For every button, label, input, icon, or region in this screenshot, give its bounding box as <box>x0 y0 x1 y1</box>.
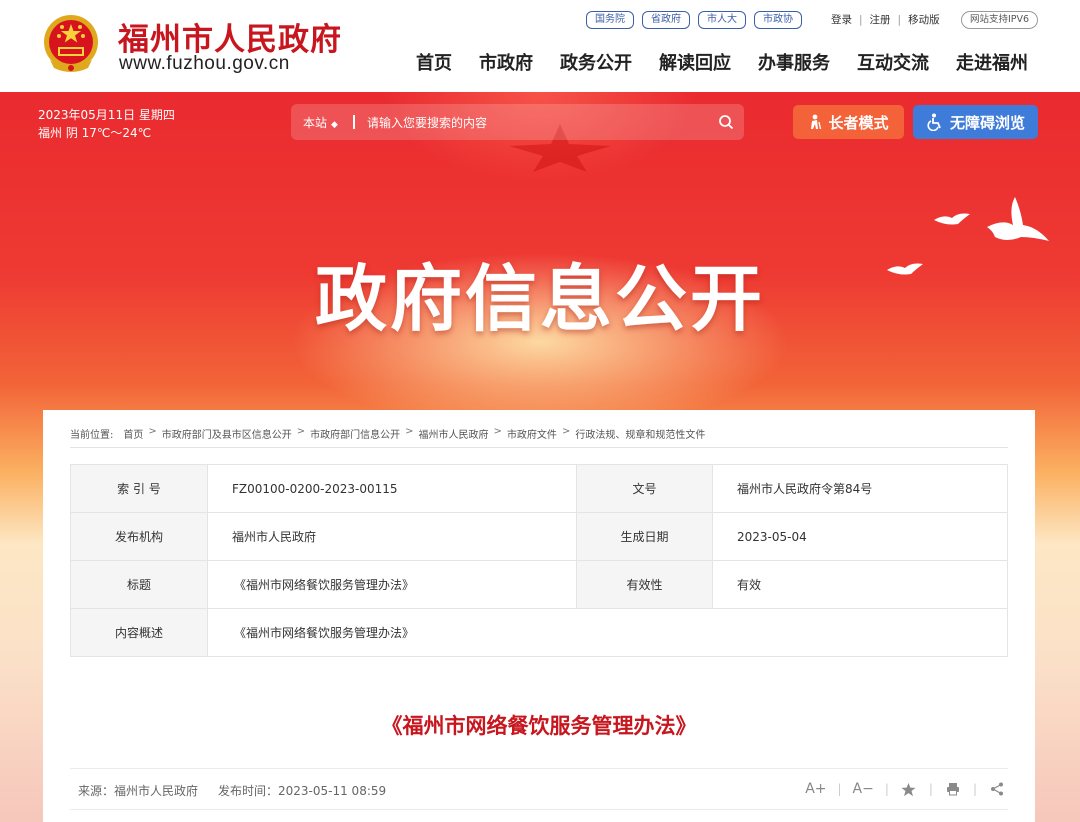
separator: | <box>859 13 863 26</box>
table-row: 内容概述 《福州市网络餐饮服务管理办法》 <box>70 608 1008 657</box>
search-input[interactable]: 请输入您要搜索的内容 <box>367 114 708 131</box>
created-date-label: 生成日期 <box>576 512 713 561</box>
separator: | <box>897 13 902 26</box>
publisher-value: 福州市人民政府 <box>207 512 577 561</box>
nav-interaction[interactable]: 互动交流 <box>857 49 929 75</box>
nav-home[interactable]: 首页 <box>416 49 452 75</box>
gov-links: 国务院 省政府 市人大 市政协 <box>586 11 802 29</box>
summary-label: 内容概述 <box>70 608 208 657</box>
table-row: 索 引 号 FZ00100-0200-2023-00115 文号 福州市人民政府… <box>70 464 1008 513</box>
elder-icon <box>811 114 822 130</box>
breadcrumb-separator: > <box>148 426 157 437</box>
sort-caret-icon: ◆ <box>331 119 338 130</box>
ipv6-badge: 网站支持IPV6 <box>961 11 1039 29</box>
wheelchair-icon <box>927 113 941 131</box>
link-city-congress[interactable]: 市人大 <box>698 11 746 29</box>
validity-value: 有效 <box>712 560 1008 609</box>
search-divider <box>353 115 355 129</box>
star-icon[interactable] <box>900 782 918 797</box>
accessibility-label: 无障碍浏览 <box>949 113 1025 132</box>
created-date-value: 2023-05-04 <box>712 512 1008 561</box>
breadcrumb-separator: > <box>296 426 306 437</box>
nav-interpretation[interactable]: 解读回应 <box>659 49 731 75</box>
document-title: 《福州市网络餐饮服务管理办法》 <box>381 714 697 738</box>
title-value: 《福州市网络餐饮服务管理办法》 <box>207 560 577 609</box>
index-no-value: FZ00100-0200-2023-00115 <box>207 464 577 513</box>
source-text: 来源：福州市人民政府 <box>78 784 199 798</box>
article-info-bar: 来源：福州市人民政府 发布时间：2023-05-11 08:59 A+ | A−… <box>70 768 1008 810</box>
breadcrumb-item-depts[interactable]: 市政府部门及县市区信息公开 <box>162 426 292 441</box>
breadcrumb-item-city-gov[interactable]: 福州市人民政府 <box>419 426 489 441</box>
breadcrumb: 当前位置: 首页 > 市政府部门及县市区信息公开 > 市政府部门信息公开 > 福… <box>70 426 705 441</box>
separator: | <box>972 782 977 796</box>
accessibility-button[interactable]: 无障碍浏览 <box>913 105 1038 139</box>
link-province-gov[interactable]: 省政府 <box>642 11 690 29</box>
font-larger-button[interactable]: A+ <box>805 781 826 797</box>
breadcrumb-prefix: 当前位置: <box>70 430 114 441</box>
print-icon[interactable] <box>944 782 962 796</box>
search-bar: 本站 ◆ 请输入您要搜索的内容 <box>291 104 744 140</box>
font-smaller-button[interactable]: A− <box>853 781 874 797</box>
breadcrumb-item-dept-info[interactable]: 市政府部门信息公开 <box>310 426 400 441</box>
breadcrumb-item-gov-docs[interactable]: 市政府文件 <box>507 426 557 441</box>
index-no-label: 索 引 号 <box>70 464 208 513</box>
search-scope-label: 本站 <box>303 115 328 130</box>
mobile-version-link[interactable]: 移动版 <box>908 12 940 27</box>
separator: | <box>928 782 933 796</box>
register-link[interactable]: 注册 <box>870 12 891 27</box>
site-url[interactable]: www.fuzhou.gov.cn <box>119 53 290 75</box>
document-meta-table: 索 引 号 FZ00100-0200-2023-00115 文号 福州市人民政府… <box>70 464 1008 657</box>
link-state-council[interactable]: 国务院 <box>586 11 634 29</box>
login-link[interactable]: 登录 <box>831 12 852 27</box>
link-city-cppcc[interactable]: 市政协 <box>754 11 802 29</box>
nav-city-government[interactable]: 市政府 <box>479 49 533 75</box>
table-row: 发布机构 福州市人民政府 生成日期 2023-05-04 <box>70 512 1008 561</box>
breadcrumb-separator: > <box>405 426 414 437</box>
search-icon[interactable] <box>708 104 744 140</box>
elder-mode-button[interactable]: 长者模式 <box>793 105 904 139</box>
breadcrumb-item-home[interactable]: 首页 <box>123 426 143 441</box>
breadcrumb-item-regulations[interactable]: 行政法规、规章和规范性文件 <box>575 426 705 441</box>
date-weather: 2023年05月11日 星期四 福州 阴 17℃～24℃ <box>38 106 175 142</box>
validity-label: 有效性 <box>576 560 713 609</box>
breadcrumb-separator: > <box>561 426 571 437</box>
nav-gov-affairs[interactable]: 政务公开 <box>560 49 632 75</box>
nav-services[interactable]: 办事服务 <box>758 49 830 75</box>
weather-text: 福州 阴 17℃～24℃ <box>38 126 152 140</box>
publisher-label: 发布机构 <box>70 512 208 561</box>
doc-no-label: 文号 <box>576 464 713 513</box>
nav-about-fuzhou[interactable]: 走进福州 <box>956 49 1028 75</box>
article-tools: A+ | A− | | | <box>805 781 1006 797</box>
summary-value: 《福州市网络餐饮服务管理办法》 <box>207 608 1008 657</box>
site-header: 福州市人民政府 www.fuzhou.gov.cn 国务院 省政府 市人大 市政… <box>0 0 1080 92</box>
elder-mode-label: 长者模式 <box>828 113 889 132</box>
doc-no-value: 福州市人民政府令第84号 <box>712 464 1008 513</box>
national-emblem-icon[interactable] <box>42 14 100 74</box>
search-scope-select[interactable]: 本站 ◆ <box>291 114 343 131</box>
date-text: 2023年05月11日 星期四 <box>38 108 175 122</box>
hero-title: 政府信息公开 <box>314 257 765 341</box>
dove-icon <box>934 213 970 225</box>
user-links: 登录 | 注册 | 移动版 <box>831 12 940 27</box>
share-icon[interactable] <box>988 782 1006 796</box>
table-row: 标题 《福州市网络餐饮服务管理办法》 有效性 有效 <box>70 560 1008 609</box>
breadcrumb-divider <box>70 447 1008 448</box>
breadcrumb-separator: > <box>493 426 502 437</box>
main-nav: 首页 市政府 政务公开 解读回应 办事服务 互动交流 走进福州 <box>416 49 1028 75</box>
separator: | <box>837 782 842 796</box>
publish-time: 发布时间：2023-05-11 08:59 <box>218 784 387 798</box>
separator: | <box>884 782 889 796</box>
content-card: 当前位置: 首页 > 市政府部门及县市区信息公开 > 市政府部门信息公开 > 福… <box>43 410 1035 822</box>
title-label: 标题 <box>70 560 208 609</box>
